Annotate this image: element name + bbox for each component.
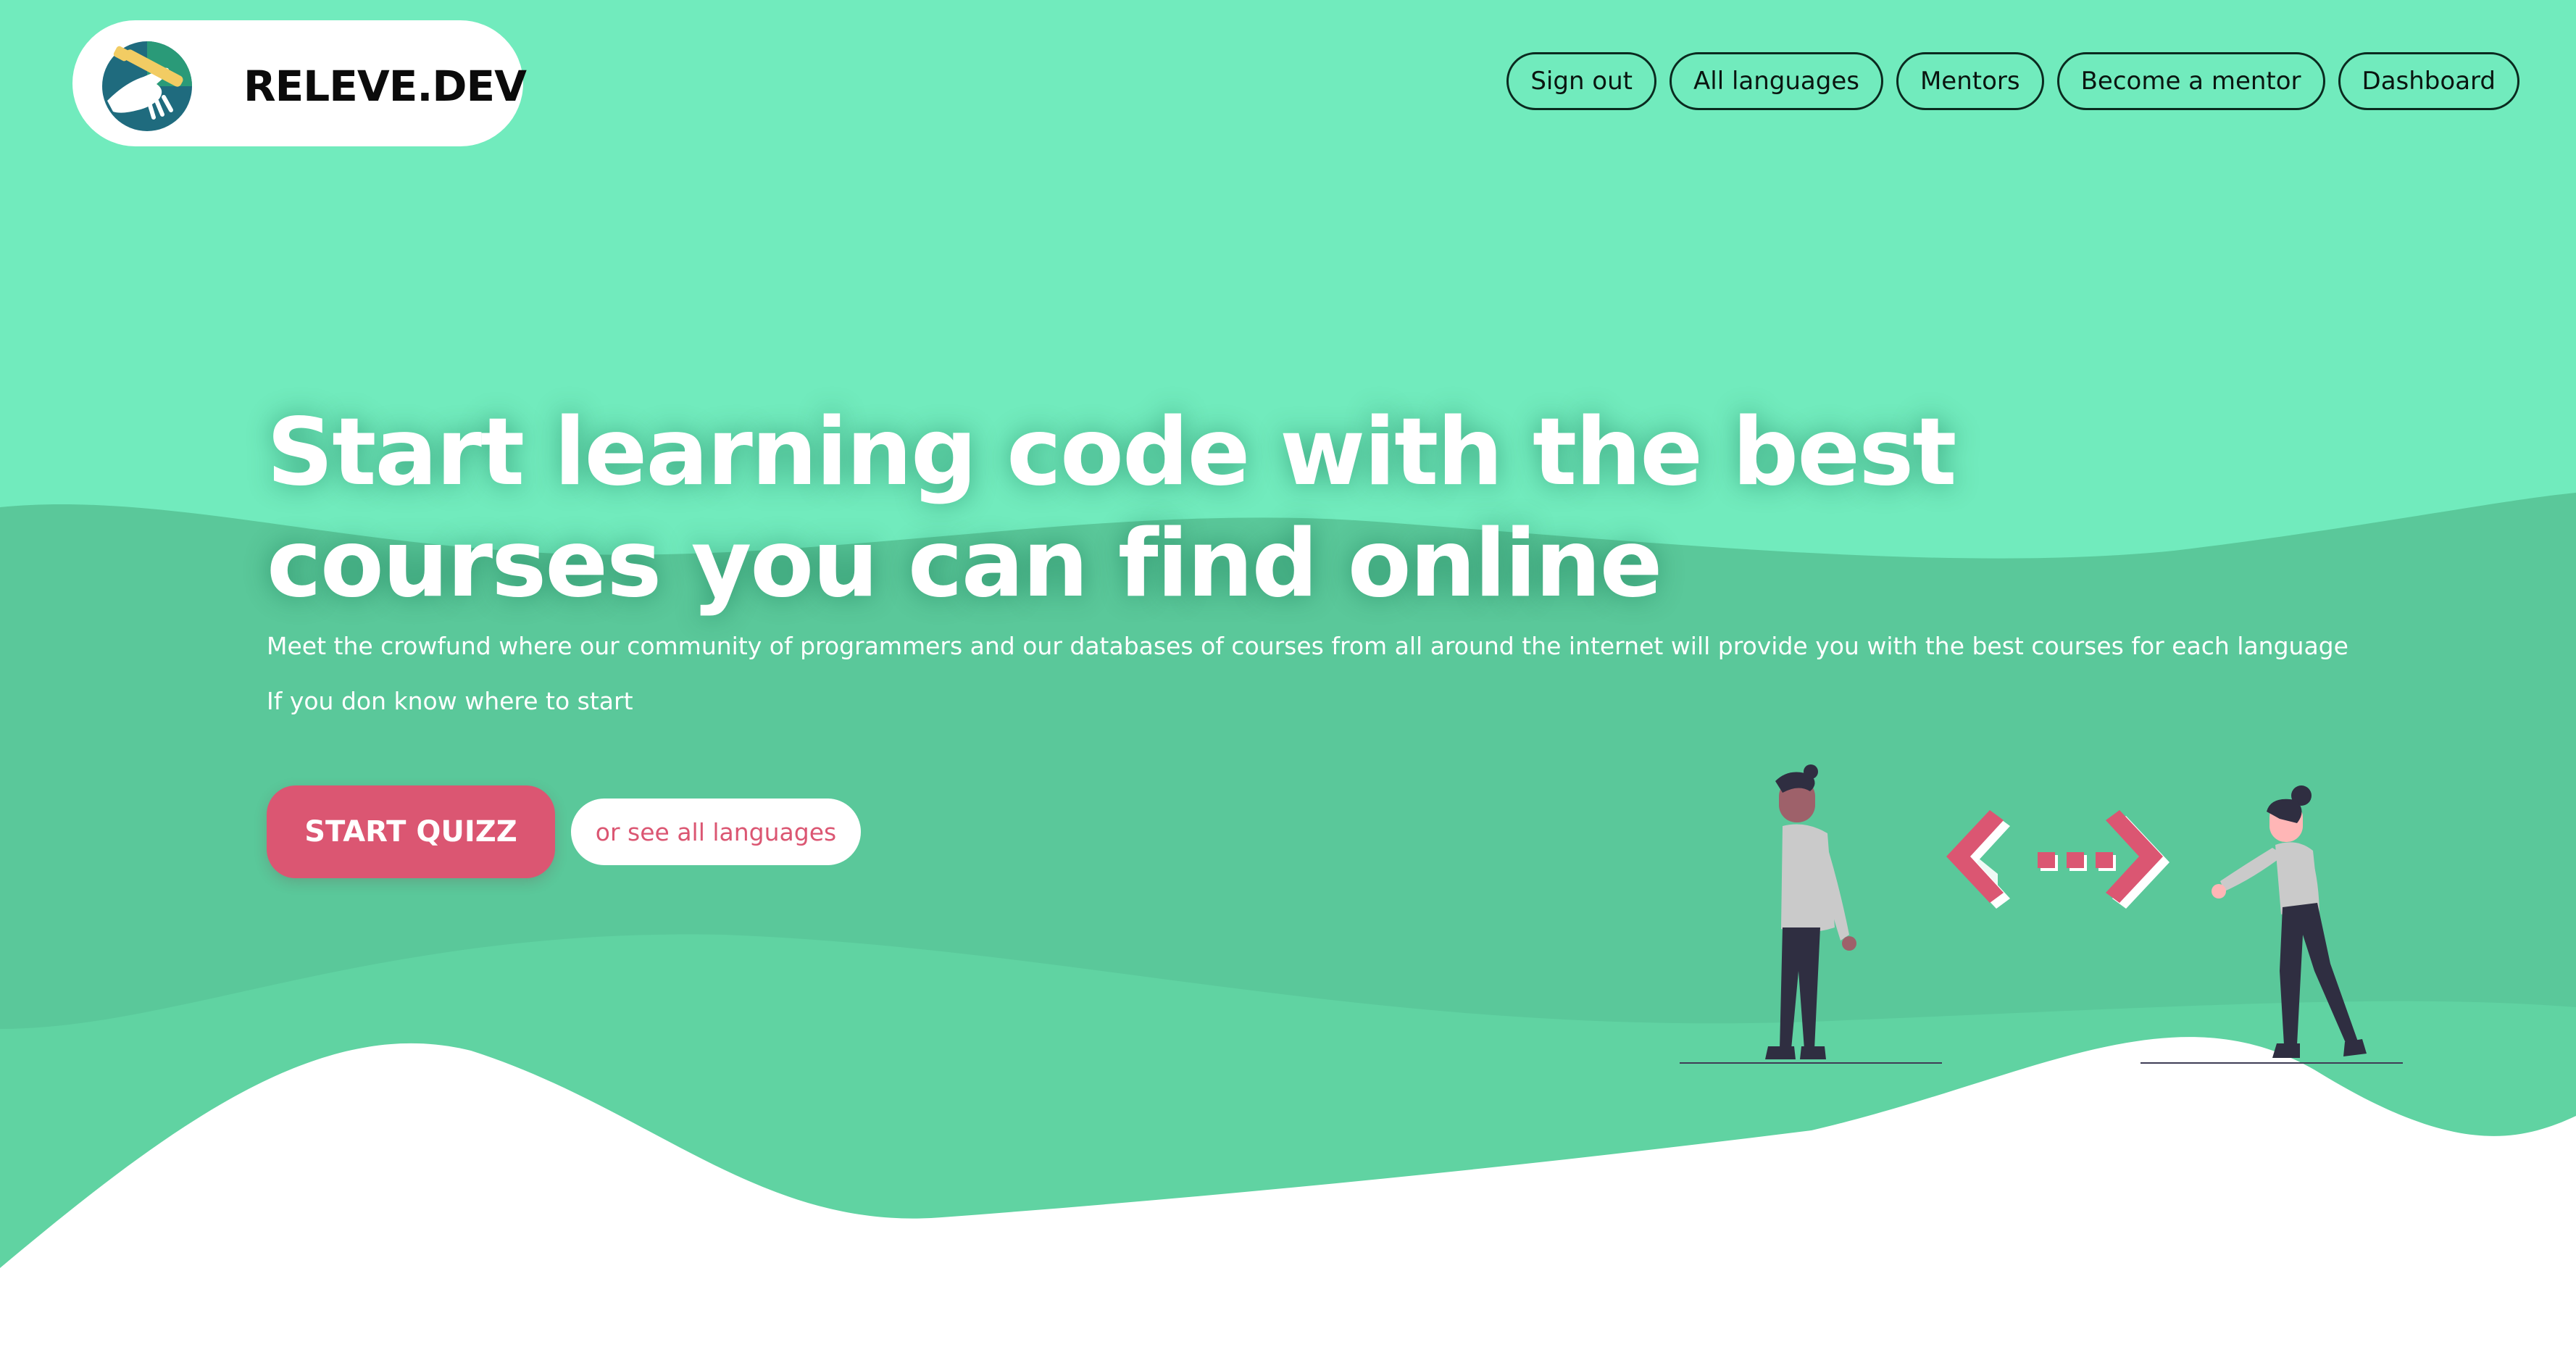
person-left — [1765, 764, 1856, 1059]
two-people-code-brackets-illustration — [1680, 764, 2403, 1064]
top-navigation: Sign out All languages Mentors Become a … — [1506, 52, 2519, 110]
start-quiz-button[interactable]: START QUIZZ — [267, 785, 555, 878]
hero-hint: If you don know where to start — [267, 687, 633, 715]
hero-subtitle: Meet the crowfund where our community of… — [267, 632, 2348, 660]
background-waves — [0, 0, 2576, 1355]
all-languages-nav-button[interactable]: All languages — [1669, 52, 1883, 110]
code-brackets-icon — [1946, 810, 2169, 909]
become-mentor-nav-button[interactable]: Become a mentor — [2056, 52, 2325, 110]
landing-page: RELEVE.DEV Sign out All languages Mentor… — [0, 0, 2576, 1355]
hero-title: Start learning code with the best course… — [267, 399, 1956, 618]
dashboard-nav-button[interactable]: Dashboard — [2338, 52, 2519, 110]
see-all-languages-button[interactable]: or see all languages — [571, 799, 861, 865]
brand-name: RELEVE.DEV — [243, 62, 527, 111]
sign-out-button[interactable]: Sign out — [1506, 52, 1656, 110]
hand-with-pencil-logo-icon — [102, 41, 192, 131]
mentors-nav-button[interactable]: Mentors — [1896, 52, 2044, 110]
brand-logo[interactable]: RELEVE.DEV — [72, 20, 527, 146]
person-right — [2212, 785, 2367, 1058]
